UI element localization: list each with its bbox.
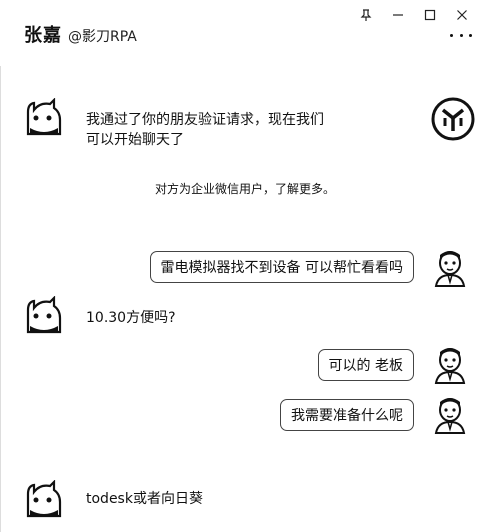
user-avatar-icon bbox=[434, 398, 466, 434]
contact-avatar-icon bbox=[26, 97, 62, 136]
outgoing-message: 雷电模拟器找不到设备 可以帮忙看看吗 bbox=[149, 251, 414, 283]
title-bar: 张嘉 @影刀RPA bbox=[0, 0, 490, 62]
message-line: 可以开始聊天了 bbox=[86, 132, 184, 148]
my-avatar[interactable] bbox=[430, 248, 470, 288]
contact-name[interactable]: 张嘉 bbox=[24, 21, 62, 47]
incoming-message: 10.30方便吗? bbox=[86, 310, 176, 326]
user-avatar-icon bbox=[434, 251, 466, 287]
corp-logo-icon[interactable] bbox=[430, 96, 476, 142]
system-notice[interactable]: 对方为企业微信用户，了解更多。 bbox=[0, 180, 490, 197]
close-icon[interactable] bbox=[446, 4, 478, 26]
chat-window: 张嘉 @影刀RPA 我通过了你的朋友验证请求，现在我们 可以开始聊天了 对方为企… bbox=[0, 0, 490, 532]
more-icon[interactable] bbox=[450, 30, 472, 40]
user-avatar-icon bbox=[434, 348, 466, 384]
pin-icon[interactable] bbox=[350, 4, 382, 26]
incoming-message: 我通过了你的朋友验证请求，现在我们 可以开始聊天了 bbox=[86, 110, 324, 150]
contact-avatar[interactable] bbox=[24, 479, 64, 520]
outgoing-message: 我需要准备什么呢 bbox=[280, 399, 414, 431]
incoming-message: todesk或者向日葵 bbox=[86, 491, 203, 507]
contact-org: @影刀RPA bbox=[68, 29, 137, 45]
contact-avatar-icon bbox=[26, 295, 62, 334]
contact-avatar[interactable] bbox=[24, 97, 64, 138]
my-avatar[interactable] bbox=[430, 395, 470, 435]
chat-header: 张嘉 @影刀RPA bbox=[24, 21, 137, 47]
minimize-icon[interactable] bbox=[382, 4, 414, 26]
contact-avatar-icon bbox=[26, 479, 62, 518]
outgoing-message: 可以的 老板 bbox=[317, 349, 414, 381]
contact-avatar[interactable] bbox=[24, 295, 64, 336]
maximize-icon[interactable] bbox=[414, 4, 446, 26]
window-controls bbox=[350, 4, 478, 26]
message-line: 我通过了你的朋友验证请求，现在我们 bbox=[86, 112, 324, 128]
divider bbox=[0, 66, 1, 532]
my-avatar[interactable] bbox=[430, 345, 470, 385]
